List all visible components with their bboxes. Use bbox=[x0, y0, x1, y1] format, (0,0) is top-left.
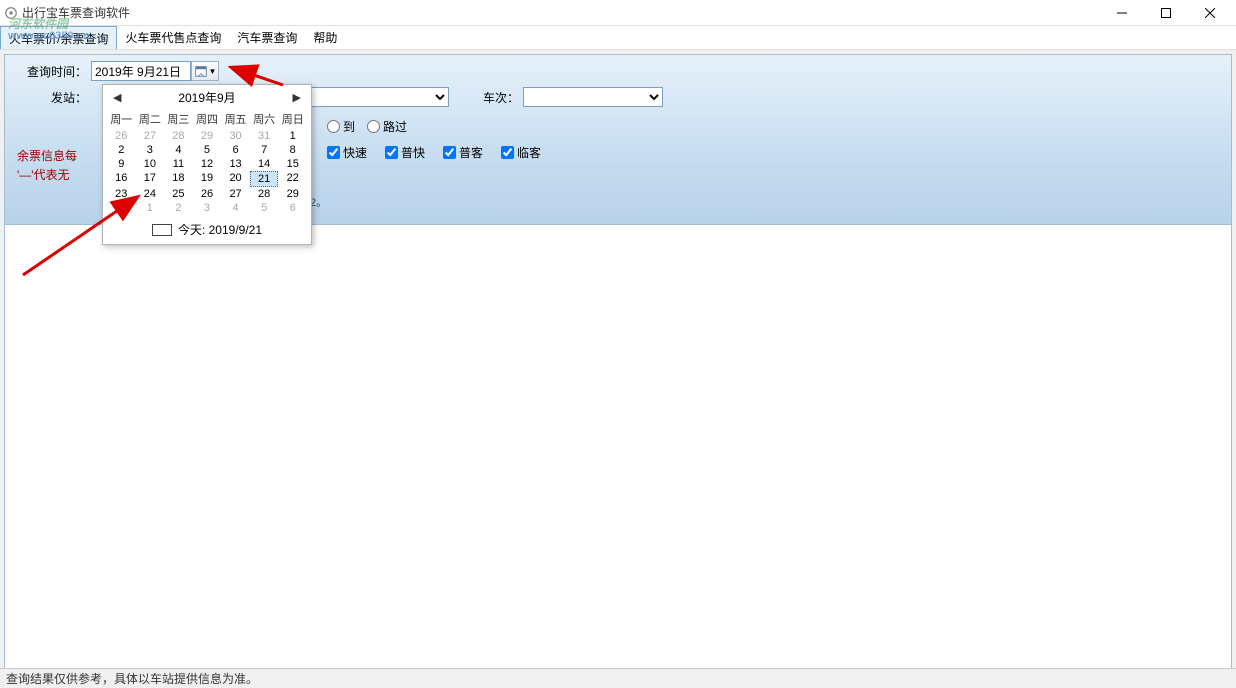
cal-day[interactable]: 17 bbox=[136, 171, 165, 187]
status-bar: 查询结果仅供参考，具体以车站提供信息为准。 bbox=[0, 668, 1236, 688]
tab-bus-query[interactable]: 汽车票查询 bbox=[229, 26, 305, 49]
status-text: 查询结果仅供参考，具体以车站提供信息为准。 bbox=[6, 670, 258, 687]
train-number-combo[interactable] bbox=[523, 87, 663, 107]
check-linke[interactable]: 临客 bbox=[501, 144, 541, 161]
cal-day[interactable]: 24 bbox=[136, 187, 165, 201]
cal-day[interactable]: 20 bbox=[221, 171, 250, 187]
hint-suffix: 2。 bbox=[310, 194, 327, 210]
check-kuaisu[interactable]: 快速 bbox=[327, 144, 367, 161]
cal-day[interactable]: 23 bbox=[107, 187, 136, 201]
cal-day[interactable]: 2 bbox=[164, 201, 193, 215]
radio-arrive[interactable]: 到 bbox=[327, 118, 355, 135]
cal-day[interactable]: 16 bbox=[107, 171, 136, 187]
tab-train-query[interactable]: 火车票价/余票查询 bbox=[0, 26, 117, 49]
minimize-button[interactable] bbox=[1100, 0, 1144, 26]
cal-day[interactable]: 6 bbox=[221, 143, 250, 157]
cal-dow: 周五 bbox=[221, 109, 250, 129]
cal-day[interactable]: 11 bbox=[164, 157, 193, 171]
check-pukuai[interactable]: 普快 bbox=[385, 144, 425, 161]
titlebar: 出行宝车票查询软件 bbox=[0, 0, 1236, 26]
cal-today-label: 今天: 2019/9/21 bbox=[178, 221, 262, 238]
cal-day[interactable]: 1 bbox=[278, 129, 307, 143]
cal-day[interactable]: 5 bbox=[193, 143, 222, 157]
query-time-label: 查询时间： bbox=[17, 63, 87, 80]
cal-dow: 周六 bbox=[250, 109, 279, 129]
cal-today-row[interactable]: 今天: 2019/9/21 bbox=[103, 217, 311, 244]
train-number-label: 车次： bbox=[479, 89, 519, 106]
cal-dow: 周一 bbox=[107, 109, 136, 129]
departure-combo[interactable] bbox=[309, 87, 449, 107]
cal-prev-month[interactable]: ◀ bbox=[107, 89, 127, 106]
cal-dow: 周二 bbox=[136, 109, 165, 129]
cal-day[interactable]: 8 bbox=[278, 143, 307, 157]
cal-today-marker bbox=[152, 224, 172, 236]
app-icon bbox=[4, 6, 18, 20]
close-button[interactable] bbox=[1188, 0, 1232, 26]
cal-day[interactable]: 12 bbox=[193, 157, 222, 171]
cal-day[interactable]: 7 bbox=[250, 143, 279, 157]
menu-bar: 火车票价/余票查询 火车票代售点查询 汽车票查询 帮助 bbox=[0, 26, 1236, 50]
cal-day[interactable]: 28 bbox=[250, 187, 279, 201]
cal-day[interactable]: 25 bbox=[164, 187, 193, 201]
cal-day[interactable]: 1 bbox=[136, 201, 165, 215]
cal-day[interactable]: 4 bbox=[164, 143, 193, 157]
cal-dow: 周日 bbox=[278, 109, 307, 129]
check-puke[interactable]: 普客 bbox=[443, 144, 483, 161]
calendar-popup: ◀ 2019年9月 ▶ 周一周二周三周四周五周六周日26272829303112… bbox=[102, 84, 312, 245]
cal-day[interactable]: 4 bbox=[221, 201, 250, 215]
cal-title[interactable]: 2019年9月 bbox=[178, 89, 235, 106]
cal-day[interactable]: 30 bbox=[107, 201, 136, 215]
cal-day[interactable]: 10 bbox=[136, 157, 165, 171]
cal-day[interactable]: 29 bbox=[193, 129, 222, 143]
cal-day[interactable]: 21 bbox=[250, 171, 279, 187]
tab-agent-query[interactable]: 火车票代售点查询 bbox=[117, 26, 229, 49]
cal-dow: 周四 bbox=[193, 109, 222, 129]
cal-next-month[interactable]: ▶ bbox=[287, 89, 307, 106]
cal-day[interactable]: 31 bbox=[250, 129, 279, 143]
results-area bbox=[5, 225, 1231, 673]
cal-dow: 周三 bbox=[164, 109, 193, 129]
radio-pass[interactable]: 路过 bbox=[367, 118, 407, 135]
cal-day[interactable]: 27 bbox=[221, 187, 250, 201]
cal-day[interactable]: 15 bbox=[278, 157, 307, 171]
cal-grid: 周一周二周三周四周五周六周日26272829303112345678910111… bbox=[103, 109, 311, 217]
dropdown-arrow-icon: ▼ bbox=[209, 67, 217, 76]
cal-day[interactable]: 22 bbox=[278, 171, 307, 187]
route-mode-group: 到 路过 bbox=[327, 118, 407, 135]
maximize-button[interactable] bbox=[1144, 0, 1188, 26]
date-picker-button[interactable]: ▼ bbox=[191, 61, 219, 81]
cal-day[interactable]: 26 bbox=[107, 129, 136, 143]
cal-day[interactable]: 28 bbox=[164, 129, 193, 143]
departure-label: 发站： bbox=[17, 89, 87, 106]
cal-day[interactable]: 6 bbox=[278, 201, 307, 215]
window-title: 出行宝车票查询软件 bbox=[22, 4, 1100, 21]
cal-day[interactable]: 9 bbox=[107, 157, 136, 171]
cal-day[interactable]: 2 bbox=[107, 143, 136, 157]
window-controls bbox=[1100, 0, 1232, 25]
cal-day[interactable]: 13 bbox=[221, 157, 250, 171]
cal-day[interactable]: 30 bbox=[221, 129, 250, 143]
cal-day[interactable]: 5 bbox=[250, 201, 279, 215]
cal-day[interactable]: 18 bbox=[164, 171, 193, 187]
cal-day[interactable]: 29 bbox=[278, 187, 307, 201]
date-input[interactable] bbox=[91, 61, 191, 81]
cal-day[interactable]: 14 bbox=[250, 157, 279, 171]
tab-help[interactable]: 帮助 bbox=[305, 26, 345, 49]
cal-day[interactable]: 3 bbox=[193, 201, 222, 215]
cal-day[interactable]: 27 bbox=[136, 129, 165, 143]
cal-day[interactable]: 3 bbox=[136, 143, 165, 157]
cal-day[interactable]: 26 bbox=[193, 187, 222, 201]
cal-day[interactable]: 19 bbox=[193, 171, 222, 187]
train-type-group: 快速 普快 普客 临客 bbox=[327, 144, 541, 161]
